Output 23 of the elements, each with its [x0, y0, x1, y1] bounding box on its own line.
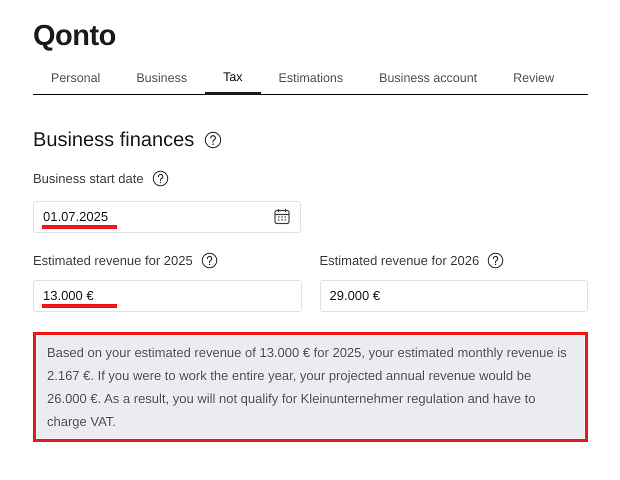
field-label: Business start date: [33, 170, 144, 188]
tab[interactable]: Personal: [33, 62, 118, 94]
tab[interactable]: Estimations: [260, 62, 362, 94]
help-icon[interactable]: [200, 252, 218, 269]
info-text: Based on your estimated revenue of 13.000 € for 2025, your estimated monthly revenue is 2.167 €. If you were to work the entire year, your projected annual revenue would be 26.000 €. As a result, you will not qualify for Kleinunternehmer regulation and have to charge VAT.: [47, 344, 568, 431]
field-value: 13.000 €: [43, 287, 94, 306]
tab[interactable]: Business account: [361, 62, 496, 94]
help-icon[interactable]: [487, 252, 504, 269]
input-field[interactable]: 01.07.2025: [33, 200, 301, 232]
help-icon[interactable]: [204, 131, 222, 149]
tab[interactable]: Tax: [205, 62, 261, 94]
help-icon[interactable]: [152, 170, 169, 188]
field-value: 29.000 €: [330, 287, 380, 306]
field-label: Estimated revenue for 2026: [320, 252, 480, 270]
input-field[interactable]: 29.000 €: [320, 280, 588, 312]
calendar-icon[interactable]: [274, 208, 290, 225]
input-field[interactable]: 13.000 €: [33, 280, 302, 312]
tab[interactable]: Business: [118, 62, 206, 94]
section-title: Business finances: [33, 128, 194, 153]
field-value: 01.07.2025: [43, 208, 108, 226]
field-label: Estimated revenue for 2025: [33, 252, 193, 270]
tab[interactable]: Review: [495, 62, 572, 94]
logo: Qonto: [33, 19, 117, 54]
